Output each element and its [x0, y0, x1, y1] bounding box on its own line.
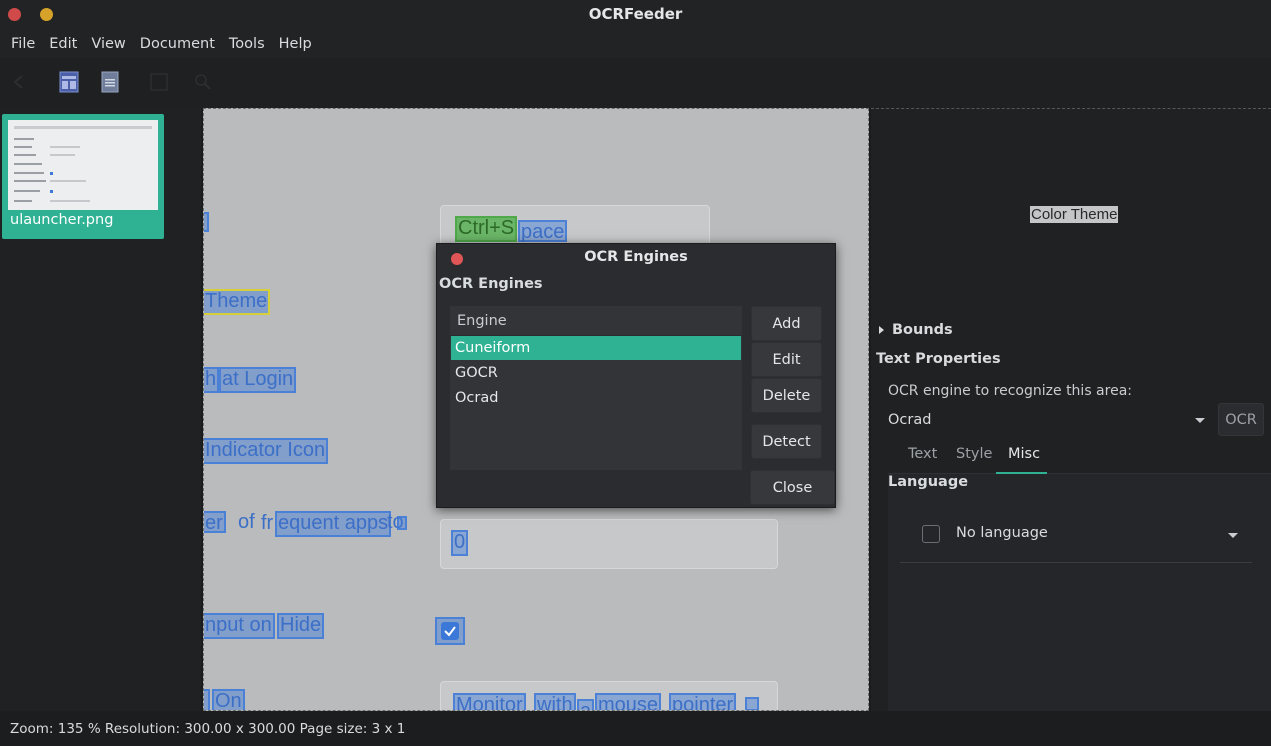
edit-engine-button[interactable]: Edit: [751, 342, 822, 377]
ocr-area-box[interactable]: er: [204, 511, 226, 533]
menu-bar: File Edit View Document Tools Help: [0, 30, 1271, 58]
status-bar: Zoom: 135 % Resolution: 300.00 x 300.00 …: [0, 711, 1271, 746]
toolbar: [0, 58, 1271, 108]
engine-column-header[interactable]: Engine: [450, 306, 742, 336]
ocr-area-box[interactable]: [397, 516, 407, 530]
checkbox-checked-icon: [441, 622, 459, 640]
ocr-area-box[interactable]: a: [577, 699, 595, 710]
engine-list-item-ocrad[interactable]: Ocrad: [451, 386, 741, 410]
page-text: of: [238, 511, 255, 533]
ocr-area-box[interactable]: Hide: [277, 613, 325, 639]
ocr-area-box[interactable]: mouse: [595, 693, 662, 710]
engine-list-item-gocr[interactable]: GOCR: [451, 361, 741, 385]
ocr-area-box[interactable]: equent apps: [275, 511, 392, 537]
ocr-area-box[interactable]: [204, 689, 210, 710]
ocr-button[interactable]: OCR: [1218, 403, 1264, 436]
ocr-area-box[interactable]: at Login: [219, 367, 297, 393]
menu-file[interactable]: File: [4, 36, 42, 52]
ocr-area-box[interactable]: nput on: [204, 613, 275, 639]
bounds-label: Bounds: [892, 322, 953, 338]
ocr-area-box-checkbox[interactable]: [435, 617, 465, 645]
area-preview: Color Theme: [871, 108, 1271, 320]
expander-arrow-icon: [879, 326, 884, 334]
ocr-engine-select[interactable]: Ocrad: [888, 405, 1212, 435]
tab-misc[interactable]: Misc: [1008, 446, 1040, 462]
language-dropdown-arrow-icon[interactable]: [1228, 533, 1238, 538]
bounds-expander[interactable]: Bounds: [879, 322, 953, 338]
engine-list: Engine Cuneiform GOCR Ocrad: [450, 306, 742, 470]
divider: [900, 562, 1252, 563]
tab-style[interactable]: Style: [956, 446, 992, 462]
engine-list-item-cuneiform[interactable]: Cuneiform: [451, 336, 741, 360]
ocr-area-box[interactable]: On: [212, 689, 245, 710]
tab-text[interactable]: Text: [908, 446, 937, 462]
menu-document[interactable]: Document: [133, 36, 222, 52]
ocr-area-box[interactable]: pointer: [669, 693, 737, 710]
window-title: OCRFeeder: [588, 5, 683, 23]
menu-help[interactable]: Help: [272, 36, 319, 52]
properties-tabs: Text Style Misc: [888, 439, 1271, 474]
add-engine-button[interactable]: Add: [751, 306, 822, 341]
title-bar: OCRFeeder: [0, 0, 1271, 30]
recognize-document-icon[interactable]: [99, 70, 121, 94]
close-dialog-button[interactable]: Close: [750, 470, 835, 505]
menu-edit[interactable]: Edit: [42, 36, 84, 52]
status-text: Zoom: 135 % Resolution: 300.00 x 300.00 …: [10, 720, 406, 737]
detect-layout-icon[interactable]: [58, 70, 80, 94]
language-value: No language: [956, 525, 1048, 541]
ocr-area-box[interactable]: Theme: [204, 289, 271, 315]
language-checkbox[interactable]: [922, 525, 940, 543]
delete-engine-button[interactable]: Delete: [751, 378, 822, 413]
ocr-area-box[interactable]: 0: [451, 530, 469, 556]
pages-pane: ulauncher.png: [0, 108, 201, 711]
ocr-engine-label: OCR engine to recognize this area:: [888, 383, 1132, 399]
menu-tools[interactable]: Tools: [222, 36, 272, 52]
ocr-area-box[interactable]: [745, 697, 759, 710]
page-thumbnail-image: [8, 120, 158, 210]
language-title: Language: [888, 474, 969, 490]
text-properties-title: Text Properties: [876, 351, 1001, 367]
page-thumbnail[interactable]: ulauncher.png: [2, 114, 164, 239]
area-properties-panel: Color Theme Bounds Text Properties OCR e…: [871, 108, 1271, 711]
page-number-field: [440, 519, 778, 569]
ocr-area-box-selected[interactable]: Ctrl+S: [455, 216, 518, 242]
back-icon[interactable]: [8, 70, 30, 94]
ocr-area-box[interactable]: fr: [258, 511, 276, 533]
ocr-area-box[interactable]: Indicator Icon: [204, 438, 329, 464]
dialog-title-bar: OCR Engines: [437, 244, 835, 274]
zoom-icon[interactable]: [192, 70, 214, 94]
ocr-area-box[interactable]: [204, 212, 209, 232]
detect-engines-button[interactable]: Detect: [751, 424, 822, 459]
ocr-engines-dialog: OCR Engines OCR Engines Engine Cuneiform…: [436, 243, 836, 508]
page-thumbnail-caption: ulauncher.png: [10, 212, 114, 228]
dialog-title: OCR Engines: [584, 249, 688, 265]
menu-view[interactable]: View: [84, 36, 132, 52]
area-preview-text: Color Theme: [1030, 206, 1119, 223]
ocr-area-box[interactable]: with: [534, 693, 576, 710]
ocr-engine-value: Ocrad: [888, 412, 932, 428]
ocr-area-box[interactable]: Monitor: [453, 693, 526, 710]
dialog-heading: OCR Engines: [439, 276, 543, 292]
dropdown-arrow-icon: [1195, 418, 1205, 423]
misc-tab-content: Language No language: [888, 474, 1271, 711]
ocr-area-box[interactable]: pace: [518, 220, 568, 242]
select-area-icon[interactable]: [148, 70, 170, 94]
ocr-area-box[interactable]: h: [204, 367, 220, 393]
